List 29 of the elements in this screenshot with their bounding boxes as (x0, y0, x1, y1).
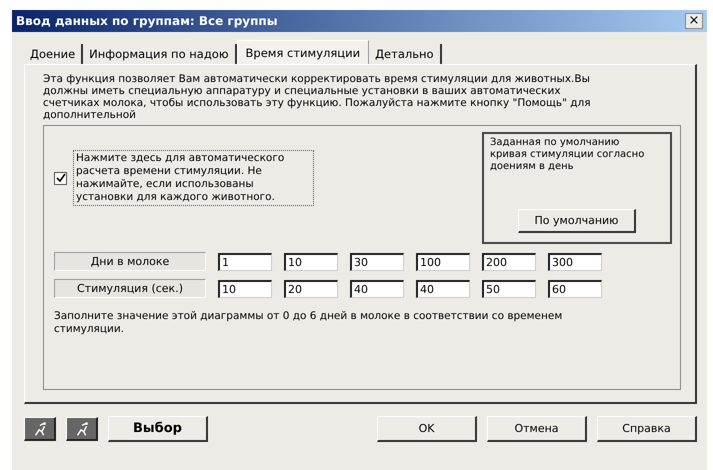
help-button[interactable]: Справка (597, 416, 697, 442)
window-title: Ввод данных по группам: Все группы (16, 14, 278, 28)
default-button[interactable]: По умолчанию (518, 209, 636, 233)
close-button[interactable]: × (685, 13, 703, 29)
icon-button[interactable] (66, 417, 98, 441)
input-field[interactable]: 50 (482, 280, 536, 298)
input-field[interactable]: 40 (350, 280, 404, 298)
note-text: Заполните значение этой диаграммы от 0 до 6 дней в молоке в соответствии со временем стимуляции. (54, 310, 564, 336)
row-label: Дни в молоке (54, 252, 206, 271)
default-text: Заданная по умолчанию кривая стимуляции согласно доениям в день (490, 137, 646, 173)
input-field[interactable]: 10 (218, 280, 272, 298)
input-field[interactable]: 60 (548, 280, 602, 298)
input-field[interactable]: 1 (218, 252, 272, 270)
description-text: Эта функция позволяет Вам автоматически корректировать время стимуляции для животных.Вы должны иметь специальную аппаратуру и специальные установки в ваших автоматических счетчиках молока, чтобы использовать эту функцию. Пожалуйста нажмите кнопку "Помощь" для дополнительной (43, 73, 592, 121)
tab[interactable]: Время стимуляции (236, 40, 370, 64)
input-field[interactable]: 30 (350, 252, 404, 270)
row-label: Стимуляция (сек.) (54, 279, 206, 298)
ok-button[interactable]: OK (377, 416, 477, 442)
input-field[interactable]: 20 (284, 280, 338, 298)
checkbox-label: Нажмите здесь для автоматического расчета времени стимуляции. Не нажимайте, если использованы установки для каждого животного. (73, 150, 314, 206)
select-button[interactable]: Выбор (108, 416, 208, 442)
input-field[interactable]: 300 (548, 252, 602, 270)
icon-button[interactable] (24, 417, 56, 441)
input-field[interactable]: 100 (416, 252, 470, 270)
input-field[interactable]: 40 (416, 280, 470, 298)
input-field[interactable]: 200 (482, 252, 536, 270)
cancel-button[interactable]: Отмена (487, 416, 587, 442)
checkbox[interactable] (54, 172, 67, 184)
input-field[interactable]: 10 (284, 252, 338, 270)
